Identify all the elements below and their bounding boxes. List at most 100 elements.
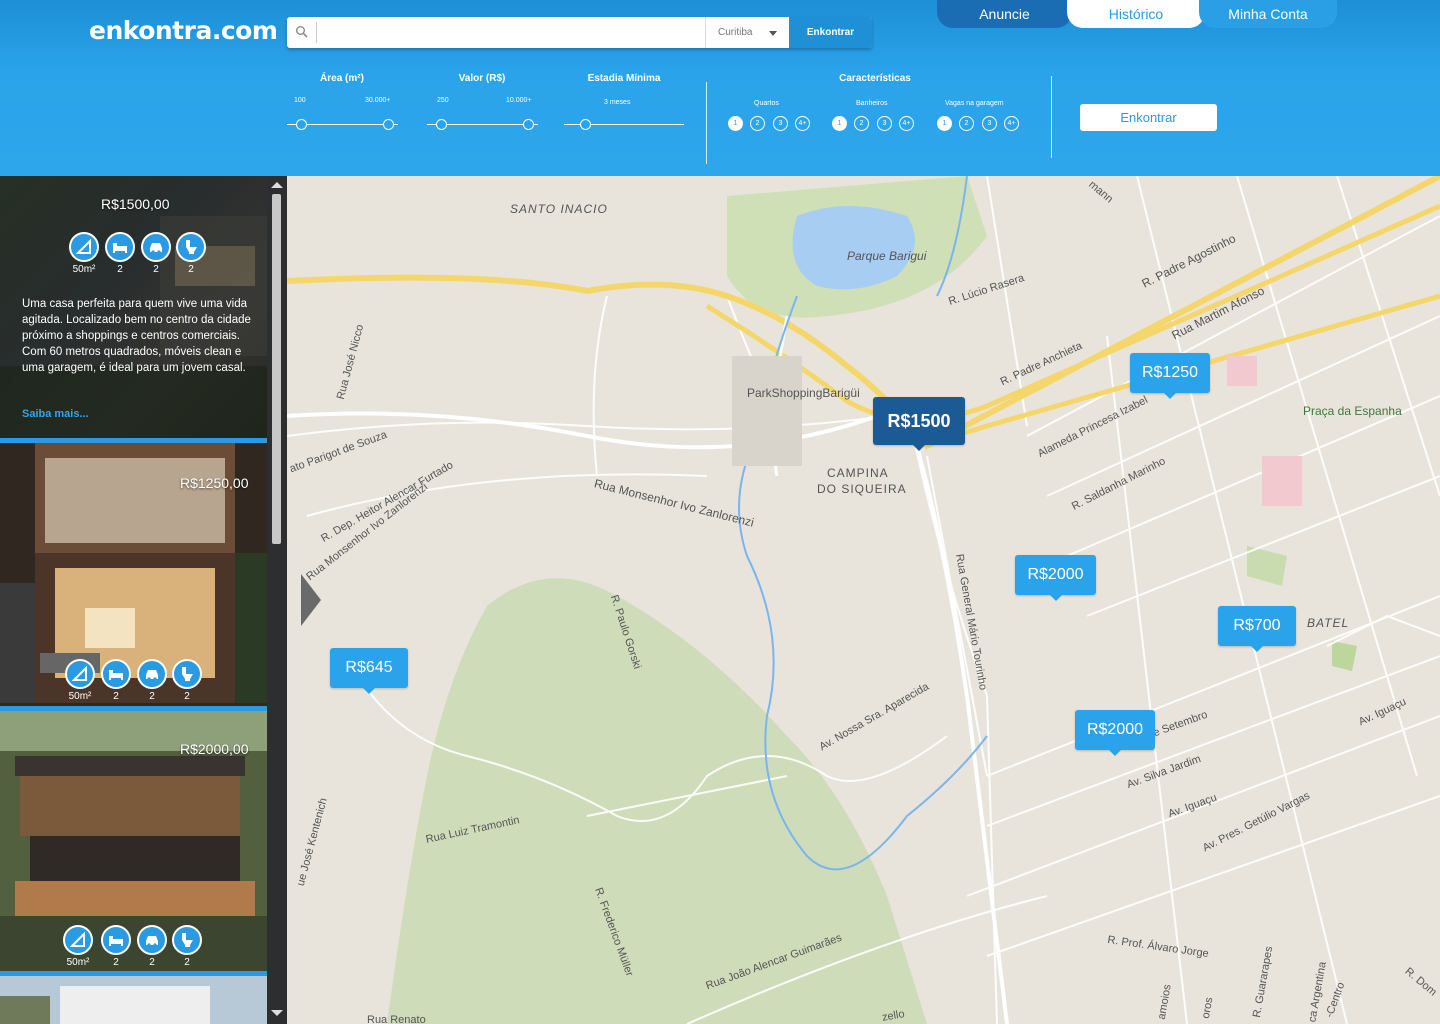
search-separator	[316, 22, 317, 43]
garage-value: 2	[149, 957, 155, 968]
car-icon	[137, 659, 167, 689]
search-input[interactable]	[321, 21, 686, 44]
bathrooms-value: 2	[184, 691, 190, 702]
garage-value: 2	[149, 691, 155, 702]
slider-handle-min[interactable]	[296, 119, 307, 130]
listing-card-4[interactable]	[0, 976, 267, 1024]
valor-max-label: 10.000+	[506, 97, 532, 104]
tab-minha-conta[interactable]: Minha Conta	[1199, 0, 1337, 28]
banheiros-option-1[interactable]: 1	[832, 116, 847, 131]
quartos-option-4plus[interactable]: 4+	[795, 116, 810, 131]
enkontrar-filter-button[interactable]: Enkontrar	[1080, 104, 1217, 131]
bathrooms-value: 2	[188, 264, 194, 275]
map-label-shopping: ParkShoppingBarigüi	[747, 386, 860, 400]
estadia-filter-label: Estadia Mínima	[587, 73, 661, 84]
map-label-parque: Parque Barigui	[847, 249, 927, 263]
quartos-option-2[interactable]: 2	[750, 116, 765, 131]
price-pin[interactable]: R$645	[330, 648, 408, 694]
area-filter-label: Área (m²)	[320, 73, 364, 84]
logo[interactable]: enkontra.com	[89, 16, 278, 45]
valor-min-label: 250	[437, 97, 449, 104]
scroll-thumb[interactable]	[272, 194, 281, 544]
scroll-up-arrow[interactable]	[271, 182, 283, 188]
estadia-slider[interactable]	[564, 119, 684, 130]
listing-card-1[interactable]: R$1500,00 50m² 2 2 2 Uma casa perfeita p…	[0, 176, 267, 438]
listings-sidebar: R$1500,00 50m² 2 2 2 Uma casa perfeita p…	[0, 176, 287, 1024]
map-label-renato: Rua Renato	[367, 1014, 426, 1024]
bedrooms-value: 2	[117, 264, 123, 275]
valor-filter-label: Valor (R$)	[458, 73, 506, 84]
listing-price: R$1500,00	[101, 196, 170, 212]
area-icon	[63, 925, 93, 955]
city-select[interactable]: Curitiba	[705, 17, 789, 48]
quartos-option-3[interactable]: 3	[773, 116, 788, 131]
bed-icon	[101, 925, 131, 955]
area-value: 50m²	[66, 957, 90, 968]
quartos-label: Quartos	[754, 100, 779, 107]
price-pin-selected[interactable]: R$1500	[873, 397, 965, 451]
price-pin[interactable]: R$1250	[1130, 353, 1210, 399]
vagas-option-4plus[interactable]: 4+	[1004, 116, 1019, 131]
tab-historico[interactable]: Histórico	[1067, 0, 1205, 28]
search-icon	[296, 26, 308, 38]
header: enkontra.com Curitiba Enkontrar Anuncie …	[0, 0, 1440, 176]
toilet-icon	[172, 925, 202, 955]
house-photo	[0, 976, 267, 1024]
listing-card-3[interactable]: R$2000,00 50m² 2 2 2	[0, 711, 267, 971]
price-pin[interactable]: R$2000	[1015, 555, 1096, 601]
area-icon	[69, 232, 99, 262]
listing-features: 50m² 2 2 2	[0, 925, 267, 968]
saiba-mais-link[interactable]: Saiba mais...	[22, 408, 89, 420]
garage-value: 2	[153, 264, 159, 275]
area-slider[interactable]	[287, 119, 398, 130]
area-max-label: 30.000+	[365, 97, 391, 104]
bedrooms-value: 2	[113, 691, 119, 702]
vagas-option-2[interactable]: 2	[959, 116, 974, 131]
banheiros-option-4plus[interactable]: 4+	[899, 116, 914, 131]
slider-handle-max[interactable]	[523, 119, 534, 130]
map-label-campina: CAMPINA	[827, 466, 889, 480]
chevron-down-icon	[769, 31, 777, 36]
price-pin[interactable]: R$700	[1218, 606, 1296, 652]
car-icon	[137, 925, 167, 955]
area-icon	[65, 659, 95, 689]
slider-handle[interactable]	[580, 119, 591, 130]
vagas-option-3[interactable]: 3	[982, 116, 997, 131]
estadia-value: 3 meses	[604, 99, 631, 106]
bed-icon	[101, 659, 131, 689]
slider-handle-min[interactable]	[436, 119, 447, 130]
bathrooms-value: 2	[184, 957, 190, 968]
banheiros-option-3[interactable]: 3	[877, 116, 892, 131]
divider	[706, 82, 707, 164]
listing-card-2[interactable]: R$1250,00 50m² 2 2 2	[0, 443, 267, 706]
collapse-sidebar-arrow[interactable]	[301, 574, 321, 626]
map-label-batel: BATEL	[1307, 616, 1350, 630]
listing-features: 50m² 2 2 2	[0, 232, 267, 275]
map-canvas	[287, 176, 1440, 1024]
tab-anuncie[interactable]: Anuncie	[937, 0, 1072, 28]
valor-slider[interactable]	[427, 119, 538, 130]
price-pin[interactable]: R$2000	[1075, 710, 1155, 756]
search-bar: Curitiba Enkontrar	[287, 17, 872, 48]
map[interactable]: SANTO INACIO Parque Barigui ParkShopping…	[287, 176, 1440, 1024]
banheiros-option-2[interactable]: 2	[854, 116, 869, 131]
caracteristicas-label: Características	[839, 73, 911, 84]
banheiros-label: Banheiros	[856, 100, 888, 107]
app-root: enkontra.com Curitiba Enkontrar Anuncie …	[0, 0, 1440, 1024]
listing-features: 50m² 2 2 2	[0, 659, 267, 702]
slider-handle-max[interactable]	[383, 119, 394, 130]
area-value: 50m²	[72, 264, 96, 275]
bed-icon	[105, 232, 135, 262]
listing-price: R$1250,00	[180, 475, 249, 491]
area-min-label: 100	[294, 97, 306, 104]
map-label-santo-inacio: SANTO INACIO	[510, 202, 608, 216]
car-icon	[141, 232, 171, 262]
area-value: 50m²	[68, 691, 92, 702]
scroll-down-arrow[interactable]	[271, 1010, 283, 1016]
listing-description: Uma casa perfeita para quem vive uma vid…	[22, 298, 251, 374]
sidebar-scrollbar[interactable]	[267, 176, 287, 1024]
map-label-siqueira: DO SIQUEIRA	[817, 482, 907, 496]
vagas-option-1[interactable]: 1	[937, 116, 952, 131]
quartos-option-1[interactable]: 1	[728, 116, 743, 131]
search-button[interactable]: Enkontrar	[789, 17, 872, 48]
